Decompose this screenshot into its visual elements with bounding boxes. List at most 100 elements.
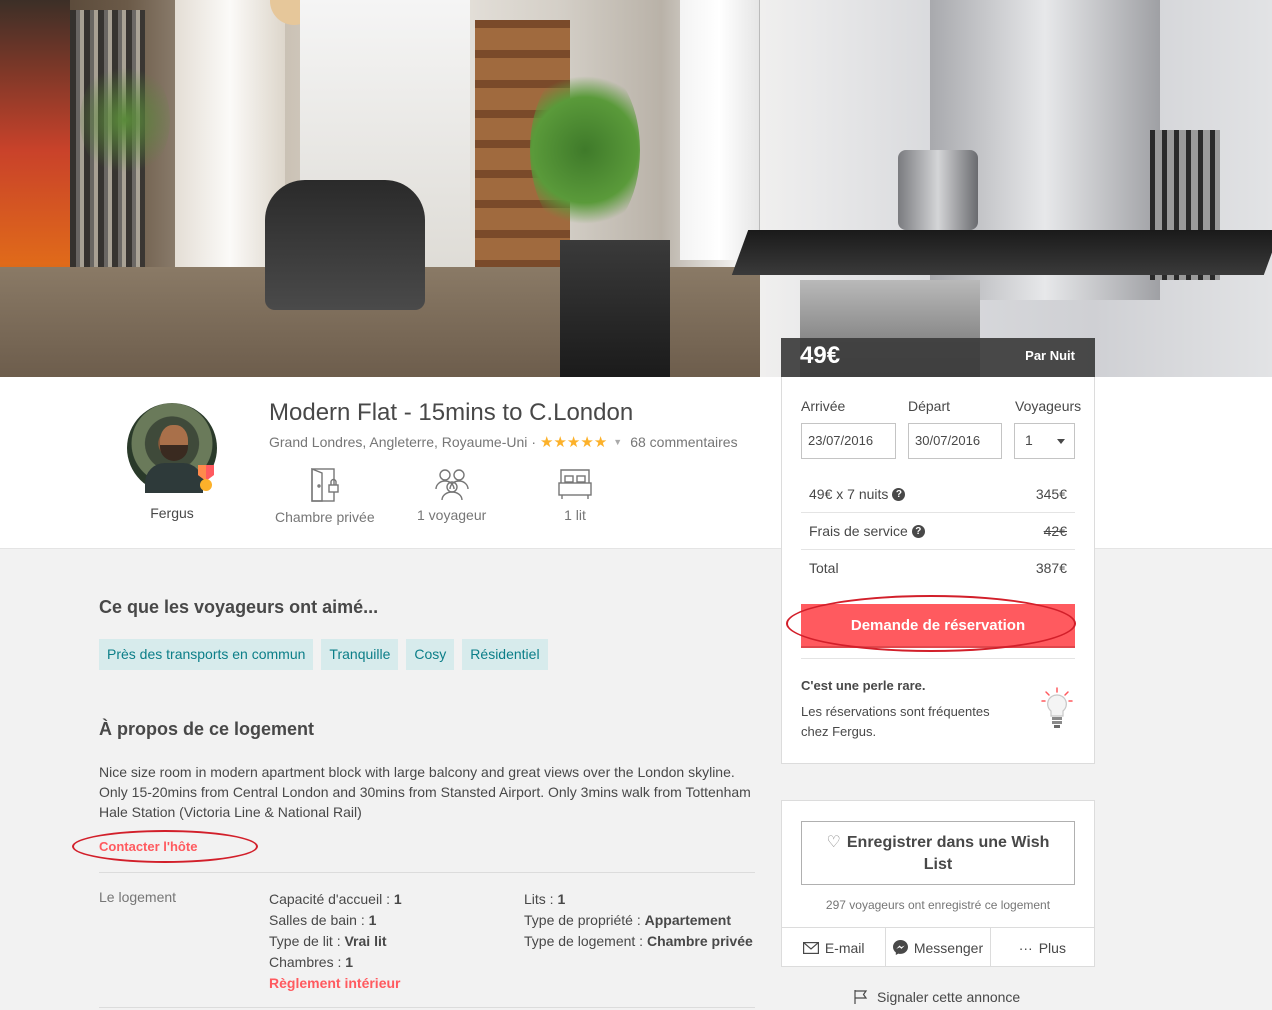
guests-icon <box>434 469 469 501</box>
request-booking-button[interactable]: Demande de réservation <box>801 604 1075 648</box>
price-unit: Par Nuit <box>1025 348 1075 363</box>
tag-cosy[interactable]: Cosy <box>406 639 455 670</box>
spec-value: Chambre privée <box>646 933 753 949</box>
spec-value: 1 <box>393 891 402 907</box>
total-label: Total <box>809 560 839 576</box>
superhost-badge-icon <box>198 465 214 491</box>
spec-bathrooms: Salles de bain : 1 <box>269 910 402 931</box>
spec-value: 1 <box>345 954 354 970</box>
help-icon[interactable]: ? <box>911 524 925 538</box>
save-to-wishlist-button[interactable]: ♡ Enregistrer dans une Wish List <box>801 821 1075 885</box>
space-specs-col2: Lits : 1 Type de propriété : Appartement… <box>524 889 753 952</box>
service-fee-value: 42€ <box>1043 523 1067 539</box>
report-listing-link[interactable]: Signaler cette annonce <box>853 989 1020 1005</box>
share-messenger-label: Messenger <box>913 939 984 956</box>
amenity-beds: 1 lit <box>557 467 593 523</box>
hero-fridge <box>680 0 760 260</box>
divider <box>99 1007 755 1008</box>
listing-location[interactable]: Grand Londres, Angleterre, Royaume-Uni <box>269 434 527 450</box>
tag-residential[interactable]: Résidentiel <box>462 639 548 670</box>
spec-key: Salles de bain : <box>269 912 369 928</box>
help-icon[interactable]: ? <box>892 487 906 501</box>
amenity-label: 1 voyageur <box>417 507 487 523</box>
report-listing-label: Signaler cette annonce <box>877 989 1021 1005</box>
wishlist-count: 297 voyageurs ont enregistré ce logement <box>825 898 1051 912</box>
share-bar: E-mail Messenger ··· Plus <box>782 927 1094 967</box>
checkin-input[interactable]: 23/07/2016 <box>801 423 896 459</box>
caret-down-icon[interactable]: ▼ <box>613 437 622 447</box>
share-messenger-button[interactable]: Messenger <box>886 928 991 967</box>
divider <box>99 872 755 873</box>
price-breakdown-nights: 49€ x 7 nuits? 345€ <box>801 476 1075 513</box>
private-room-icon <box>311 467 339 502</box>
spec-value: Appartement <box>644 912 731 928</box>
spec-bed-type: Type de lit : Vrai lit <box>269 931 402 952</box>
liked-section-title: Ce que les voyageurs ont aimé... <box>99 597 379 617</box>
amenity-guests: 1 voyageur <box>417 467 486 523</box>
amenity-label: 1 lit <box>564 507 586 523</box>
rare-find-title: C'est une perle rare. <box>801 678 926 693</box>
hero-plant-left <box>80 60 170 180</box>
rare-find-text: Les réservations sont fréquentes chez Fe… <box>801 704 990 739</box>
email-icon <box>802 941 819 954</box>
reviews-link[interactable]: 68 commentaires <box>630 434 737 450</box>
nights-label: 49€ x 7 nuits <box>809 486 889 502</box>
total-value: 387€ <box>1035 560 1067 576</box>
guests-select-value: 1 <box>1025 432 1033 448</box>
spec-key: Capacité d'accueil : <box>269 891 394 907</box>
spec-value: Vrai lit <box>344 933 387 949</box>
host-block[interactable]: Fergus <box>127 403 217 521</box>
share-email-label: E-mail <box>824 939 865 956</box>
spec-key: Lits : <box>524 891 558 907</box>
wishlist-button-label: Enregistrer dans une Wish List <box>846 834 1050 873</box>
listing-title: Modern Flat - 15mins to C.London <box>269 399 634 426</box>
spec-key: Type de lit : <box>269 933 345 949</box>
tag-transport[interactable]: Près des transports en commun <box>99 639 314 670</box>
spec-property-type: Type de propriété : Appartement <box>524 910 753 931</box>
contact-host-link[interactable]: Contacter l'hôte <box>99 839 197 854</box>
lightbulb-icon <box>1041 687 1073 728</box>
hero-counter <box>731 230 1272 275</box>
house-rules-link[interactable]: Règlement intérieur <box>269 973 402 994</box>
share-email-button[interactable]: E-mail <box>782 928 887 967</box>
host-avatar[interactable] <box>127 403 217 493</box>
more-dots-icon: ··· <box>1018 939 1033 956</box>
heart-icon: ♡ <box>826 834 841 851</box>
flag-icon <box>854 990 868 1004</box>
service-fee-label: Frais de service <box>809 523 908 539</box>
spec-value: 1 <box>557 891 566 907</box>
booking-panel: Arrivée Départ Voyageurs 23/07/2016 30/0… <box>781 377 1095 764</box>
about-section-title: À propos de ce logement <box>99 719 315 739</box>
chevron-down-icon <box>1057 439 1065 444</box>
amenity-private-room: Chambre privée <box>275 467 375 525</box>
spec-key: Chambres : <box>269 954 346 970</box>
price-breakdown-total: Total 387€ <box>801 550 1075 587</box>
checkout-label: Départ <box>908 398 951 414</box>
avatar-beard <box>160 445 188 461</box>
wishlist-panel: ♡ Enregistrer dans une Wish List 297 voya… <box>781 800 1095 967</box>
tag-quiet[interactable]: Tranquille <box>321 639 399 670</box>
share-more-button[interactable]: ··· Plus <box>991 928 1094 967</box>
listing-hero-photo[interactable] <box>0 0 1272 377</box>
price-breakdown-service: Frais de service? 42€ <box>801 513 1075 550</box>
bed-icon <box>558 469 592 499</box>
spec-bedrooms: Chambres : 1 <box>269 952 402 973</box>
spec-value: 1 <box>368 912 377 928</box>
guests-label: Voyageurs <box>1015 398 1082 414</box>
location-separator: · <box>531 434 537 450</box>
messenger-icon <box>892 940 908 955</box>
liked-tags: Près des transports en commun Tranquille… <box>99 639 548 670</box>
guests-select[interactable]: 1 <box>1014 423 1075 459</box>
spec-capacity: Capacité d'accueil : 1 <box>269 889 402 910</box>
spec-key: Type de logement : <box>524 933 647 949</box>
space-specs-col1: Capacité d'accueil : 1 Salles de bain : … <box>269 889 402 994</box>
checkout-input[interactable]: 30/07/2016 <box>908 423 1002 459</box>
nightly-price: 49€ <box>800 342 841 369</box>
space-label: Le logement <box>99 889 177 905</box>
listing-description: Nice size room in modern apartment block… <box>99 764 751 820</box>
divider <box>801 658 1075 659</box>
host-name: Fergus <box>150 505 194 521</box>
rating-stars-icon[interactable]: ★★★★★ <box>540 433 607 451</box>
checkin-label: Arrivée <box>801 398 846 414</box>
spec-key: Type de propriété : <box>524 912 645 928</box>
